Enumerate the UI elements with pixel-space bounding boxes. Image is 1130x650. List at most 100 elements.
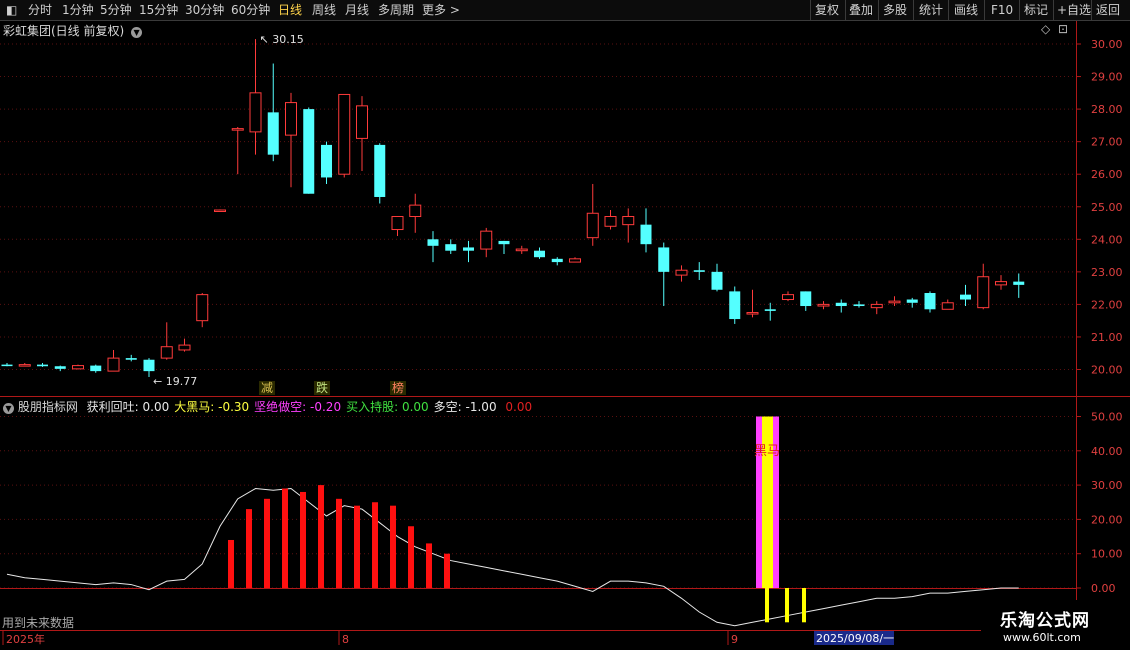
watermark-title: 乐淘公式网 (1000, 611, 1090, 631)
candle-body (782, 294, 794, 301)
indicator-item: 0.00 (501, 400, 533, 414)
candle-body (321, 144, 332, 178)
indicator-tick-label: 20.00 (1091, 513, 1123, 526)
price-tick-label: 27.00 (1091, 136, 1123, 149)
price-tick-label: 24.00 (1091, 233, 1123, 246)
candle-body (888, 300, 901, 304)
candle-body (941, 302, 954, 310)
candle-body (658, 247, 670, 272)
indicator-name: 股朋指标网 (17, 400, 78, 414)
maximize-icon[interactable]: ⊡ (1058, 22, 1068, 36)
indicator-item: 买入持股: 0.00 (346, 400, 429, 414)
candle-body (960, 294, 971, 300)
price-tick-label: 28.00 (1091, 103, 1123, 116)
candle-body (125, 358, 137, 360)
candle-body (534, 250, 545, 258)
candle-body (586, 212, 599, 239)
candle-body (498, 240, 510, 245)
heima-leg (802, 588, 806, 623)
candle-body (249, 92, 262, 133)
indicator-item: 坚绝做空: -0.20 (254, 400, 342, 414)
candle-body (746, 312, 759, 315)
candle-body (977, 276, 990, 309)
diamond-icon[interactable]: ◇ (1041, 22, 1050, 36)
stock-title: 彩虹集团(日线 前复权) ▼ (3, 22, 143, 39)
candle-body (356, 105, 368, 139)
price-tick-label: 22.00 (1091, 298, 1123, 311)
candle-body (178, 344, 191, 351)
profit-bar (228, 539, 234, 588)
candle-body (711, 271, 723, 290)
price-tick-label: 20.00 (1091, 364, 1123, 377)
cursor-date: 2025/09/08/一 (816, 632, 894, 645)
stock-title-text: 彩虹集团(日线 前复权) (3, 24, 125, 38)
kline-chart[interactable]: 30.00 29.00 28.00 27.00 26.00 25.00 24.00 23.00… (0, 0, 1130, 650)
candle-body (835, 302, 847, 307)
candle-body (1, 364, 13, 367)
candle-body (622, 216, 635, 226)
price-tick-label: 26.00 (1091, 168, 1123, 181)
date-label: 2025年 (6, 632, 45, 646)
indicator-values: 获利回吐: 0.00 大黑马: -0.30 坚绝做空: -0.20 买入持股: 0.0… (82, 400, 532, 414)
candle-body (729, 291, 741, 320)
candle-body (285, 102, 297, 136)
profit-bar (408, 526, 414, 588)
candle-body (551, 258, 563, 263)
candle-body (569, 258, 581, 263)
candle-body (906, 299, 918, 303)
indicator-tick-label: 10.00 (1091, 548, 1123, 561)
price-tick-label: 21.00 (1091, 331, 1123, 344)
price-tick-label: 25.00 (1091, 201, 1123, 214)
indicator-item: 大黑马: -0.30 (174, 400, 250, 414)
candle-body (338, 93, 351, 175)
profit-bar (282, 488, 288, 588)
candle-body (231, 128, 244, 131)
candle-body (924, 293, 936, 310)
high-annotation: ↖ 30.15 (260, 33, 304, 46)
chevron-down-icon[interactable]: ▼ (3, 403, 14, 414)
candle-body (143, 359, 155, 372)
candle-body (995, 281, 1007, 286)
chevron-down-icon[interactable]: ▼ (131, 27, 143, 38)
candle-body (90, 365, 102, 372)
candle-body (374, 144, 386, 197)
candle-body (1013, 281, 1025, 285)
candle-body (870, 303, 883, 309)
heima-label: 黑马 (754, 444, 780, 459)
profit-bar (264, 498, 270, 588)
candle-body (800, 291, 812, 307)
indicator-tick-label: 40.00 (1091, 445, 1123, 458)
candle-body (214, 209, 226, 213)
profit-bar (372, 502, 378, 588)
candle-body (853, 304, 865, 307)
signal-label: 跌 (316, 380, 328, 395)
candle-body (72, 365, 84, 370)
indicator-item: 获利回吐: 0.00 (86, 400, 170, 414)
candle-body (196, 294, 209, 322)
candle-body (267, 112, 279, 155)
price-tick-label: 23.00 (1091, 266, 1123, 279)
profit-bar (318, 485, 324, 588)
candle-body (303, 109, 315, 194)
future-data-note: 用到未来数据 (2, 616, 75, 630)
candle-body (463, 247, 474, 251)
heima-leg (785, 588, 789, 623)
candle-body (515, 248, 528, 252)
candle-body (160, 346, 173, 359)
profit-bar (390, 505, 396, 588)
profit-bar (354, 505, 360, 588)
indicator-tick-label: 0.00 (1091, 582, 1116, 595)
candle-body (37, 364, 48, 367)
profit-bar (246, 509, 252, 588)
candle-body (409, 204, 422, 218)
profit-bar (426, 543, 432, 588)
candle-body (427, 239, 439, 246)
heima-leg (765, 588, 769, 623)
candle-body (107, 357, 120, 372)
signal-label: 减 (261, 381, 273, 395)
candle-body (391, 216, 404, 231)
duokong-line (6, 488, 1019, 627)
price-tick-label: 29.00 (1091, 71, 1123, 84)
date-label: 8 (342, 633, 349, 646)
watermark-url: www.60lt.com (1003, 631, 1081, 644)
